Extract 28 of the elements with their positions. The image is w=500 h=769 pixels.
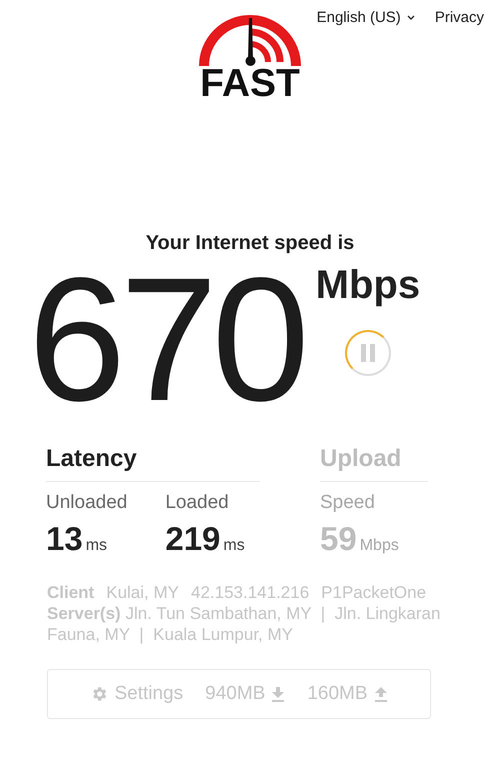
client-ip: 42.153.141.216 <box>190 582 310 603</box>
logo-text: FAST <box>200 66 300 102</box>
section-title: Latency <box>46 445 260 482</box>
speed-value: 670 <box>28 255 304 425</box>
metric-value: 13 <box>46 520 83 558</box>
privacy-link[interactable]: Privacy <box>434 9 484 26</box>
section-title: Upload <box>320 445 428 482</box>
metric-label: Speed <box>320 492 376 514</box>
pause-button[interactable] <box>344 330 391 376</box>
metric-unit: Mbps <box>360 537 399 555</box>
server-list: Server(s) Jln. Tun Sambathan, MY | Jln. Lingkaran Fauna, MY | Kuala Lumpur, MY <box>47 603 444 645</box>
client-label: Client <box>47 582 94 603</box>
metric-unit: ms <box>86 537 108 555</box>
download-icon <box>271 686 286 702</box>
metric-value: 219 <box>165 520 220 558</box>
speed-caption: Your Internet speed is <box>146 232 354 255</box>
upload-size: 160MB <box>307 683 368 705</box>
client-isp: P1PacketOne <box>321 582 426 603</box>
metric-label: Unloaded <box>46 492 128 514</box>
download-size: 940MB <box>205 683 266 705</box>
language-selector[interactable]: English (US) <box>316 9 415 26</box>
metric-unit: ms <box>223 537 245 555</box>
upload-icon <box>374 686 388 702</box>
metric-label: Loaded <box>165 492 230 514</box>
speed-unit: Mbps <box>316 263 420 308</box>
chevron-down-icon <box>406 14 415 20</box>
client-location: Kulai, MY <box>106 582 179 603</box>
metric-value: 59 <box>320 520 357 558</box>
